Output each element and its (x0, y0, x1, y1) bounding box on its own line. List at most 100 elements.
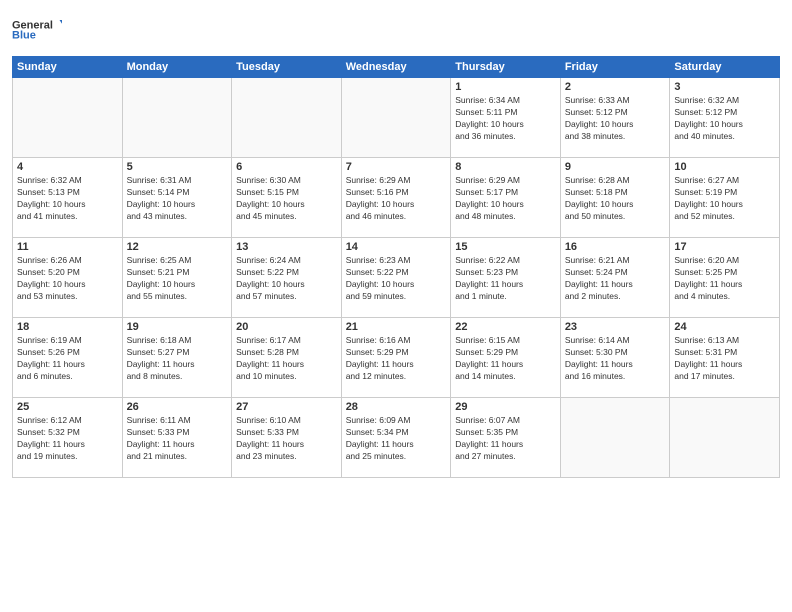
calendar-cell: 3 Sunrise: 6:32 AMSunset: 5:12 PMDaylight… (670, 78, 780, 158)
calendar-cell: 13 Sunrise: 6:24 AMSunset: 5:22 PMDayligh… (232, 238, 342, 318)
calendar-cell (341, 78, 451, 158)
day-number: 20 (236, 321, 337, 333)
calendar-cell: 24 Sunrise: 6:13 AMSunset: 5:31 PMDayligh… (670, 318, 780, 398)
day-info: Sunrise: 6:20 AMSunset: 5:25 PMDaylight:… (674, 255, 775, 303)
calendar-cell: 14 Sunrise: 6:23 AMSunset: 5:22 PMDayligh… (341, 238, 451, 318)
calendar-cell: 21 Sunrise: 6:16 AMSunset: 5:29 PMDayligh… (341, 318, 451, 398)
day-number: 12 (127, 241, 228, 253)
day-info: Sunrise: 6:09 AMSunset: 5:34 PMDaylight:… (346, 415, 447, 463)
day-number: 29 (455, 401, 556, 413)
day-number: 8 (455, 161, 556, 173)
day-number: 10 (674, 161, 775, 173)
day-number: 14 (346, 241, 447, 253)
day-info: Sunrise: 6:34 AMSunset: 5:11 PMDaylight:… (455, 95, 556, 143)
day-number: 15 (455, 241, 556, 253)
day-number: 24 (674, 321, 775, 333)
day-info: Sunrise: 6:26 AMSunset: 5:20 PMDaylight:… (17, 255, 118, 303)
calendar-cell (13, 78, 123, 158)
calendar-cell: 4 Sunrise: 6:32 AMSunset: 5:13 PMDaylight… (13, 158, 123, 238)
day-number: 13 (236, 241, 337, 253)
day-number: 27 (236, 401, 337, 413)
calendar-cell: 27 Sunrise: 6:10 AMSunset: 5:33 PMDayligh… (232, 398, 342, 478)
calendar-cell: 2Sunrise: 6:33 AMSunset: 5:12 PMDaylight… (560, 78, 670, 158)
calendar-body: 1Sunrise: 6:34 AMSunset: 5:11 PMDaylight… (13, 78, 780, 478)
calendar-cell: 29 Sunrise: 6:07 AMSunset: 5:35 PMDayligh… (451, 398, 561, 478)
calendar-cell: 25 Sunrise: 6:12 AMSunset: 5:32 PMDayligh… (13, 398, 123, 478)
day-info: Sunrise: 6:25 AMSunset: 5:21 PMDaylight:… (127, 255, 228, 303)
day-number: 28 (346, 401, 447, 413)
day-info: Sunrise: 6:23 AMSunset: 5:22 PMDaylight:… (346, 255, 447, 303)
day-header-sunday: Sunday (13, 57, 123, 78)
calendar-table: SundayMondayTuesdayWednesdayThursdayFrid… (12, 56, 780, 478)
day-number: 21 (346, 321, 447, 333)
day-number: 25 (17, 401, 118, 413)
calendar-cell: 9 Sunrise: 6:28 AMSunset: 5:18 PMDaylight… (560, 158, 670, 238)
day-number: 26 (127, 401, 228, 413)
day-number: 6 (236, 161, 337, 173)
calendar-cell: 20 Sunrise: 6:17 AMSunset: 5:28 PMDayligh… (232, 318, 342, 398)
day-number: 17 (674, 241, 775, 253)
calendar-cell (232, 78, 342, 158)
calendar-cell: 1Sunrise: 6:34 AMSunset: 5:11 PMDaylight… (451, 78, 561, 158)
page-header: General Blue (12, 10, 780, 50)
day-info: Sunrise: 6:07 AMSunset: 5:35 PMDaylight:… (455, 415, 556, 463)
day-info: Sunrise: 6:16 AMSunset: 5:29 PMDaylight:… (346, 335, 447, 383)
day-number: 4 (17, 161, 118, 173)
calendar-cell (122, 78, 232, 158)
day-info: Sunrise: 6:29 AMSunset: 5:16 PMDaylight:… (346, 175, 447, 223)
day-info: Sunrise: 6:33 AMSunset: 5:12 PMDaylight:… (565, 95, 666, 143)
day-info: Sunrise: 6:19 AMSunset: 5:26 PMDaylight:… (17, 335, 118, 383)
day-number: 11 (17, 241, 118, 253)
day-info: Sunrise: 6:30 AMSunset: 5:15 PMDaylight:… (236, 175, 337, 223)
svg-text:Blue: Blue (12, 30, 36, 42)
day-header-thursday: Thursday (451, 57, 561, 78)
calendar-cell: 17 Sunrise: 6:20 AMSunset: 5:25 PMDayligh… (670, 238, 780, 318)
logo: General Blue (12, 10, 62, 50)
day-header-tuesday: Tuesday (232, 57, 342, 78)
day-info: Sunrise: 6:24 AMSunset: 5:22 PMDaylight:… (236, 255, 337, 303)
calendar-cell: 11 Sunrise: 6:26 AMSunset: 5:20 PMDayligh… (13, 238, 123, 318)
day-info: Sunrise: 6:27 AMSunset: 5:19 PMDaylight:… (674, 175, 775, 223)
day-info: Sunrise: 6:21 AMSunset: 5:24 PMDaylight:… (565, 255, 666, 303)
day-number: 7 (346, 161, 447, 173)
week-row-2: 11 Sunrise: 6:26 AMSunset: 5:20 PMDayligh… (13, 238, 780, 318)
calendar-cell: 6 Sunrise: 6:30 AMSunset: 5:15 PMDaylight… (232, 158, 342, 238)
day-info: Sunrise: 6:22 AMSunset: 5:23 PMDaylight:… (455, 255, 556, 303)
day-info: Sunrise: 6:17 AMSunset: 5:28 PMDaylight:… (236, 335, 337, 383)
calendar-cell: 12 Sunrise: 6:25 AMSunset: 5:21 PMDayligh… (122, 238, 232, 318)
calendar-cell (670, 398, 780, 478)
day-number: 16 (565, 241, 666, 253)
day-info: Sunrise: 6:10 AMSunset: 5:33 PMDaylight:… (236, 415, 337, 463)
calendar-cell: 7 Sunrise: 6:29 AMSunset: 5:16 PMDaylight… (341, 158, 451, 238)
logo-icon: General Blue (12, 10, 62, 50)
day-info: Sunrise: 6:15 AMSunset: 5:29 PMDaylight:… (455, 335, 556, 383)
calendar-cell: 19 Sunrise: 6:18 AMSunset: 5:27 PMDayligh… (122, 318, 232, 398)
day-number: 3 (674, 81, 775, 93)
week-row-4: 25 Sunrise: 6:12 AMSunset: 5:32 PMDayligh… (13, 398, 780, 478)
day-info: Sunrise: 6:32 AMSunset: 5:13 PMDaylight:… (17, 175, 118, 223)
calendar-cell: 26 Sunrise: 6:11 AMSunset: 5:33 PMDayligh… (122, 398, 232, 478)
day-info: Sunrise: 6:11 AMSunset: 5:33 PMDaylight:… (127, 415, 228, 463)
calendar-header: SundayMondayTuesdayWednesdayThursdayFrid… (13, 57, 780, 78)
day-header-saturday: Saturday (670, 57, 780, 78)
day-number: 9 (565, 161, 666, 173)
week-row-1: 4 Sunrise: 6:32 AMSunset: 5:13 PMDaylight… (13, 158, 780, 238)
week-row-3: 18Sunrise: 6:19 AMSunset: 5:26 PMDayligh… (13, 318, 780, 398)
week-row-0: 1Sunrise: 6:34 AMSunset: 5:11 PMDaylight… (13, 78, 780, 158)
calendar-cell: 28 Sunrise: 6:09 AMSunset: 5:34 PMDayligh… (341, 398, 451, 478)
day-number: 22 (455, 321, 556, 333)
calendar-cell: 15 Sunrise: 6:22 AMSunset: 5:23 PMDayligh… (451, 238, 561, 318)
day-info: Sunrise: 6:29 AMSunset: 5:17 PMDaylight:… (455, 175, 556, 223)
calendar-cell: 23 Sunrise: 6:14 AMSunset: 5:30 PMDayligh… (560, 318, 670, 398)
day-info: Sunrise: 6:18 AMSunset: 5:27 PMDaylight:… (127, 335, 228, 383)
day-number: 23 (565, 321, 666, 333)
day-header-monday: Monday (122, 57, 232, 78)
day-info: Sunrise: 6:12 AMSunset: 5:32 PMDaylight:… (17, 415, 118, 463)
calendar-cell: 8 Sunrise: 6:29 AMSunset: 5:17 PMDaylight… (451, 158, 561, 238)
day-info: Sunrise: 6:28 AMSunset: 5:18 PMDaylight:… (565, 175, 666, 223)
calendar-cell: 5Sunrise: 6:31 AMSunset: 5:14 PMDaylight… (122, 158, 232, 238)
day-number: 19 (127, 321, 228, 333)
day-info: Sunrise: 6:14 AMSunset: 5:30 PMDaylight:… (565, 335, 666, 383)
day-info: Sunrise: 6:13 AMSunset: 5:31 PMDaylight:… (674, 335, 775, 383)
day-info: Sunrise: 6:32 AMSunset: 5:12 PMDaylight:… (674, 95, 775, 143)
